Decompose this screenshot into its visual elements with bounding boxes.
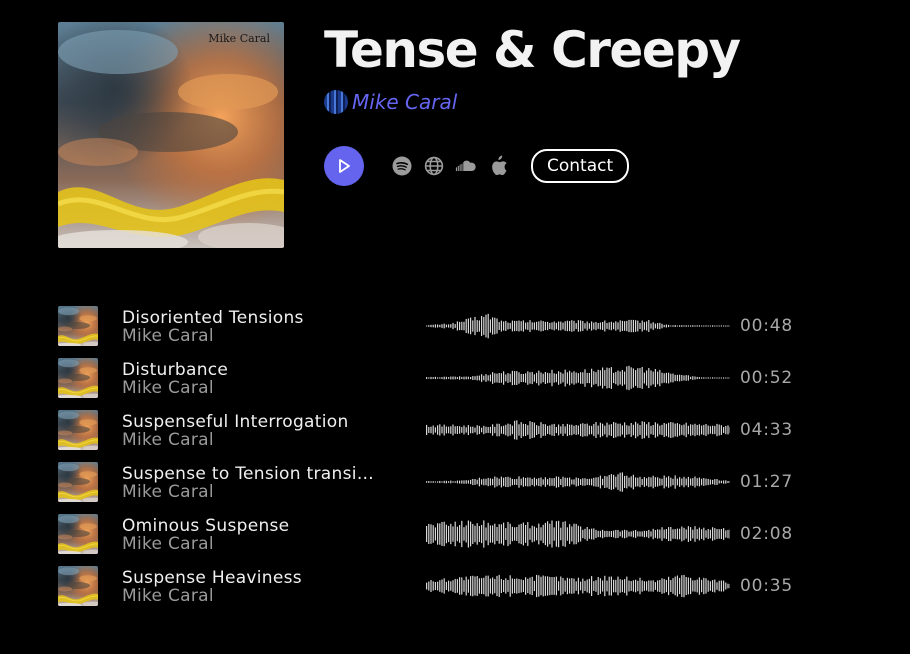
play-icon xyxy=(339,159,350,173)
platform-links xyxy=(391,155,509,177)
track-waveform[interactable] xyxy=(426,462,730,502)
track-duration: 02:08 xyxy=(740,524,793,544)
track-waveform[interactable] xyxy=(426,306,730,346)
track-row[interactable]: Disturbance Mike Caral 00:52 xyxy=(58,352,858,404)
track-waveform[interactable] xyxy=(426,566,730,606)
soundcloud-icon[interactable] xyxy=(455,155,477,177)
controls-bar: Contact xyxy=(324,146,630,186)
track-title: Ominous Suspense xyxy=(122,516,290,536)
track-artist: Mike Caral xyxy=(122,430,214,450)
track-duration: 00:48 xyxy=(740,316,793,336)
contact-button[interactable]: Contact xyxy=(531,149,630,183)
track-title: Disoriented Tensions xyxy=(122,308,304,328)
album-title: Tense & Creepy xyxy=(324,21,741,79)
track-artist: Mike Caral xyxy=(122,534,214,554)
track-duration: 00:35 xyxy=(740,576,793,596)
track-thumbnail xyxy=(58,462,98,502)
track-title: Disturbance xyxy=(122,360,229,380)
track-thumbnail xyxy=(58,410,98,450)
play-button[interactable] xyxy=(324,146,364,186)
track-artist: Mike Caral xyxy=(122,482,214,502)
track-duration: 04:33 xyxy=(740,420,793,440)
track-duration: 00:52 xyxy=(740,368,793,388)
track-row[interactable]: Suspense Heaviness Mike Caral 00:35 xyxy=(58,560,858,612)
track-title: Suspense Heaviness xyxy=(122,568,302,588)
avatar xyxy=(324,90,348,114)
track-artist: Mike Caral xyxy=(122,586,214,606)
track-row[interactable]: Ominous Suspense Mike Caral 02:08 xyxy=(58,508,858,560)
track-waveform[interactable] xyxy=(426,358,730,398)
track-waveform[interactable] xyxy=(426,410,730,450)
globe-icon[interactable] xyxy=(423,155,445,177)
track-duration: 01:27 xyxy=(740,472,793,492)
apple-icon[interactable] xyxy=(487,155,509,177)
track-row[interactable]: Suspenseful Interrogation Mike Caral 04:… xyxy=(58,404,858,456)
track-thumbnail xyxy=(58,306,98,346)
track-row[interactable]: Suspense to Tension transi… Mike Caral 0… xyxy=(58,456,858,508)
track-thumbnail xyxy=(58,358,98,398)
track-title: Suspenseful Interrogation xyxy=(122,412,349,432)
track-waveform[interactable] xyxy=(426,514,730,554)
track-title: Suspense to Tension transi… xyxy=(122,464,374,484)
spotify-icon[interactable] xyxy=(391,155,413,177)
artist-name[interactable]: Mike Caral xyxy=(352,90,457,114)
track-artist: Mike Caral xyxy=(122,326,214,346)
track-row[interactable]: Disoriented Tensions Mike Caral 00:48 xyxy=(58,300,858,352)
track-thumbnail xyxy=(58,566,98,606)
cover-label: Mike Caral xyxy=(208,32,270,45)
track-thumbnail xyxy=(58,514,98,554)
album-cover: Mike Caral xyxy=(58,22,284,248)
track-list: Disoriented Tensions Mike Caral 00:48 Di… xyxy=(58,300,858,612)
track-artist: Mike Caral xyxy=(122,378,214,398)
artist-link[interactable]: Mike Caral xyxy=(324,89,457,115)
